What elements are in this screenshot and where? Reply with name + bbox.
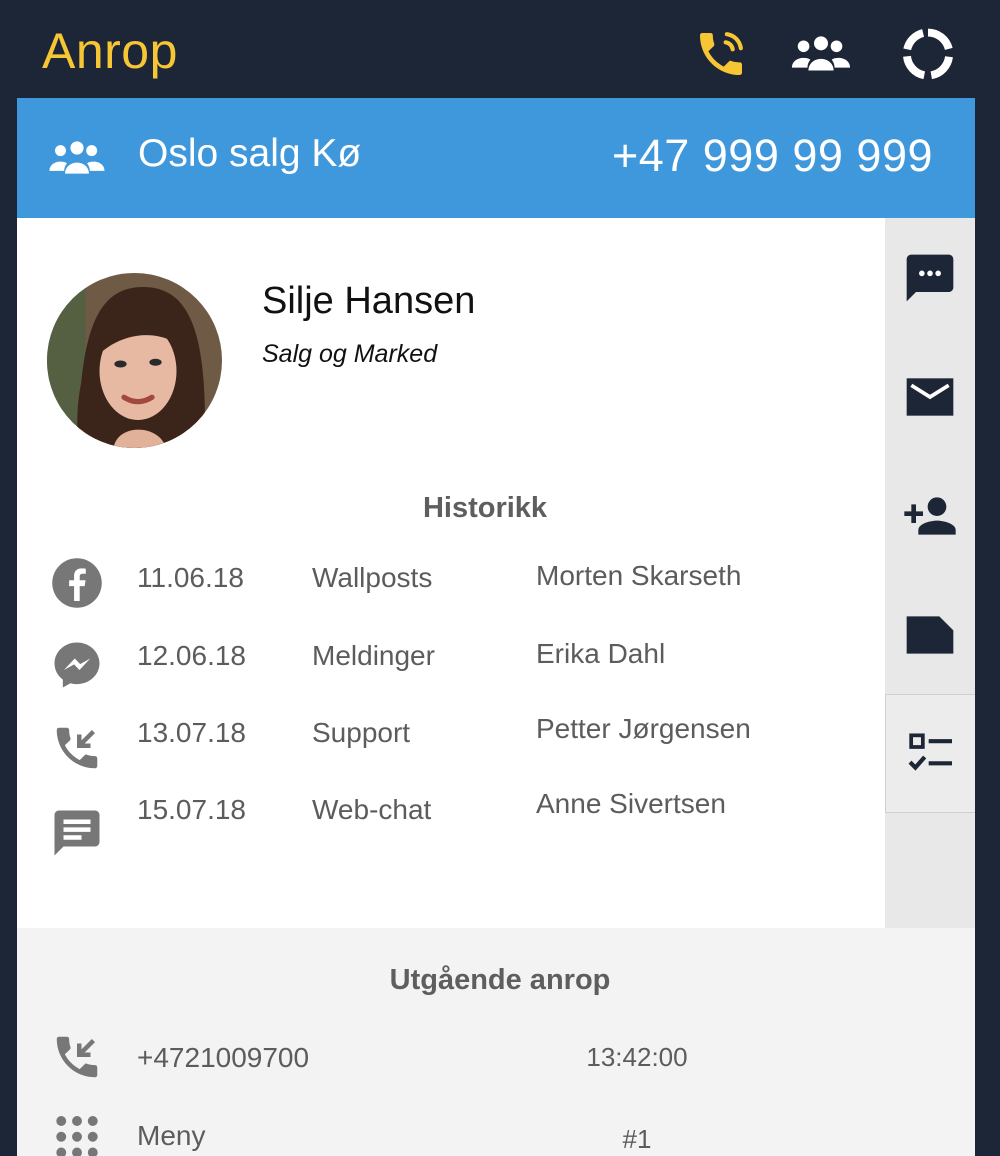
note-icon — [906, 615, 954, 654]
outgoing-call-panel: Utgående anrop +4721009700 13:42:00 Meny… — [17, 928, 975, 1156]
history-agent: Erika Dahl — [536, 638, 666, 669]
facebook-icon — [50, 556, 104, 610]
outgoing-number: +4721009700 — [137, 1042, 310, 1073]
checklist-button[interactable] — [885, 694, 975, 813]
queue-phone-number[interactable]: +47 999 99 999 — [612, 130, 933, 182]
note-button[interactable] — [885, 575, 975, 694]
add-contact-button[interactable] — [885, 456, 975, 575]
outgoing-row[interactable]: Meny #1 — [17, 1108, 975, 1156]
incoming-call-icon — [50, 721, 104, 775]
history-date: 15.07.18 — [137, 794, 246, 825]
top-bar: Anrop — [0, 0, 1000, 98]
history-date: 12.06.18 — [137, 640, 246, 671]
group-icon[interactable] — [790, 26, 852, 82]
sms-button[interactable] — [885, 218, 975, 337]
history-type: Web-chat — [312, 794, 432, 825]
avatar — [47, 273, 222, 448]
history-row[interactable]: 13.07.18 Support Petter Jørgensen — [17, 711, 885, 781]
email-icon — [906, 377, 954, 416]
history-agent: Anne Sivertsen — [536, 788, 726, 819]
outgoing-time: 13:42:00 — [586, 1042, 688, 1072]
history-type: Support — [312, 717, 411, 748]
phone-ringing-icon[interactable] — [693, 26, 749, 82]
contact-card: Silje Hansen Salg og Marked Historikk 11… — [17, 218, 885, 928]
chat-icon — [50, 806, 104, 860]
queue-bar: Oslo salg Kø +47 999 99 999 — [17, 98, 975, 218]
menu-label: Meny — [137, 1120, 206, 1151]
history-row[interactable]: 11.06.18 Wallposts Morten Skarseth — [17, 556, 885, 626]
history-agent: Petter Jørgensen — [536, 713, 751, 744]
sms-icon — [906, 254, 954, 301]
loading-ring-icon[interactable] — [900, 26, 956, 82]
history-date: 13.07.18 — [137, 717, 246, 748]
group-icon — [45, 136, 109, 180]
messenger-icon — [50, 638, 104, 692]
history-row[interactable]: 15.07.18 Web-chat Anne Sivertsen — [17, 788, 885, 858]
queue-name: Oslo salg Kø — [138, 132, 362, 175]
menu-choice: #1 — [622, 1124, 652, 1154]
email-button[interactable] — [885, 337, 975, 456]
history-title: Historikk — [422, 492, 548, 524]
contact-name: Silje Hansen — [262, 280, 476, 322]
contact-department: Salg og Marked — [262, 340, 438, 368]
outgoing-title: Utgående anrop — [389, 964, 611, 996]
dialpad-icon — [50, 1112, 104, 1156]
side-action-panel — [885, 218, 975, 928]
history-type: Meldinger — [312, 640, 435, 671]
history-type: Wallposts — [312, 562, 433, 593]
checklist-icon — [908, 732, 952, 771]
incoming-call-icon — [50, 1030, 104, 1084]
app-title: Anrop — [42, 23, 178, 79]
history-row[interactable]: 12.06.18 Meldinger Erika Dahl — [17, 634, 885, 704]
add-contact-icon — [904, 496, 956, 535]
outgoing-row[interactable]: +4721009700 13:42:00 — [17, 1030, 975, 1100]
history-agent: Morten Skarseth — [536, 560, 742, 591]
history-date: 11.06.18 — [137, 562, 244, 593]
